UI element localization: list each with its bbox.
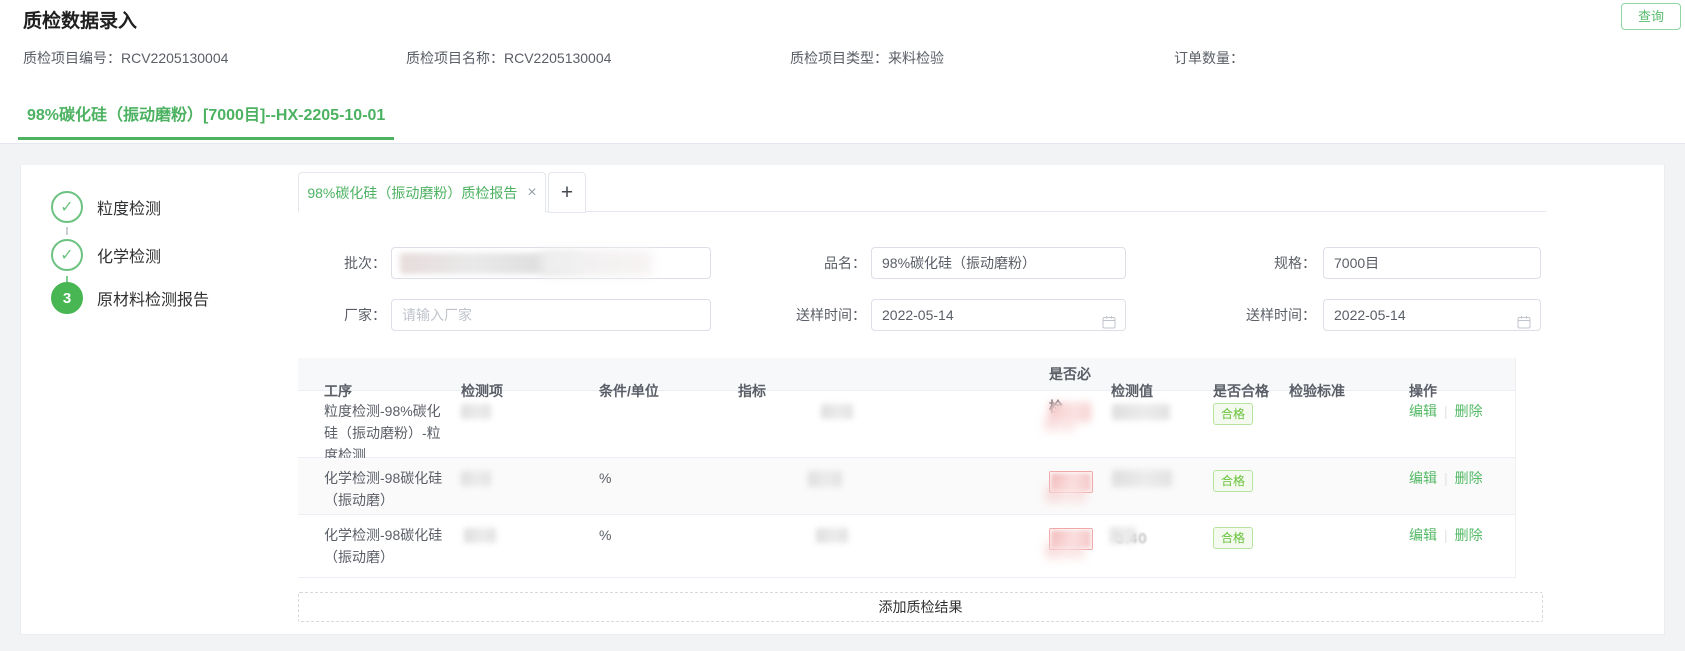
- actions-cell: 编辑 | 删除: [1404, 458, 1516, 520]
- calendar-icon: [1517, 309, 1531, 339]
- date-value: 2022-05-14: [1334, 300, 1406, 330]
- step-check-icon: ✓: [51, 239, 83, 271]
- close-icon[interactable]: ×: [527, 185, 536, 201]
- info-label: 质检项目名称：: [406, 50, 504, 66]
- redacted-value: [461, 404, 491, 419]
- test-item-cell: [456, 458, 594, 520]
- table-header: 工序 检测项 条件/单位 指标 是否必检 检测值 是否合格 检验标准 操作: [298, 358, 1515, 391]
- test-item-cell: [456, 515, 594, 577]
- value-cell: [1106, 458, 1208, 520]
- info-order-quantity: 订单数量：: [1174, 48, 1574, 68]
- page-header: 质检数据录入 查询 质检项目编号：RCV2205130004 质检项目名称：RC…: [0, 0, 1685, 144]
- sample-time-2-input[interactable]: 2022-05-14: [1323, 299, 1541, 331]
- qualified-badge: 合格: [1213, 527, 1253, 549]
- table-row: 化学检测-98碳化硅（振动磨） % 3.40 合格 编辑 | 删除: [298, 515, 1515, 578]
- info-label: 订单数量：: [1174, 50, 1244, 66]
- redacted-value: [1046, 543, 1084, 558]
- qualified-cell: 合格: [1208, 515, 1284, 577]
- redacted-value: [816, 528, 848, 543]
- info-label: 质检项目类型：: [790, 50, 888, 66]
- info-value: RCV2205130004: [504, 50, 611, 66]
- action-divider: |: [1444, 527, 1448, 543]
- step-check-icon: ✓: [51, 191, 83, 223]
- project-info-row: 质检项目编号：RCV2205130004 质检项目名称：RCV220513000…: [23, 48, 1663, 68]
- batch-label: 批次：: [296, 247, 386, 279]
- edit-link[interactable]: 编辑: [1409, 527, 1437, 543]
- info-project-type: 质检项目类型：来料检验: [790, 48, 1174, 68]
- unit-cell: %: [594, 458, 733, 520]
- indicator-cell: [733, 458, 1044, 520]
- actions-cell: 编辑 | 删除: [1404, 515, 1516, 577]
- sample-time-2-label: 送样时间：: [1226, 299, 1316, 331]
- calendar-icon: [1102, 309, 1116, 339]
- step-particle-size[interactable]: ✓ 粒度检测: [51, 191, 161, 223]
- delete-link[interactable]: 删除: [1455, 527, 1483, 543]
- material-tab[interactable]: 98%碳化硅（振动磨粉）[7000目]--HX-2205-10-01: [18, 101, 394, 140]
- table-row: 化学检测-98碳化硅（振动磨） % 合格 编辑|删除: [298, 458, 1515, 515]
- tab-title: 98%碳化硅（振动磨粉）质检报告: [307, 183, 517, 203]
- edit-link[interactable]: 编辑: [1409, 470, 1437, 486]
- spec-label: 规格：: [1226, 247, 1316, 279]
- redacted-value: [1112, 470, 1172, 487]
- info-project-code: 质检项目编号：RCV2205130004: [23, 48, 406, 68]
- product-name-label: 品名：: [776, 247, 866, 279]
- plus-icon: +: [561, 181, 573, 205]
- redacted-value: [1110, 527, 1136, 544]
- process-cell: 化学检测-98碳化硅（振动磨）: [298, 458, 456, 520]
- step-label: 化学检测: [97, 243, 161, 267]
- page-title: 质检数据录入: [23, 6, 137, 33]
- action-divider: |: [1444, 403, 1448, 419]
- redacted-value: [461, 471, 491, 486]
- product-name-input[interactable]: [871, 247, 1126, 279]
- edit-link[interactable]: 编辑: [1409, 403, 1437, 419]
- vendor-input[interactable]: [391, 299, 711, 331]
- qc-results-table: 工序 检测项 条件/单位 指标 是否必检 检测值 是否合格 检验标准 操作 粒度…: [298, 358, 1516, 578]
- redacted-value: [821, 404, 853, 419]
- sample-time-1-label: 送样时间：: [776, 299, 866, 331]
- action-divider: |: [1444, 470, 1448, 486]
- process-cell: 化学检测-98碳化硅（振动磨）: [298, 515, 456, 577]
- info-project-name: 质检项目名称：RCV2205130004: [406, 48, 790, 68]
- required-cell: [1044, 515, 1106, 577]
- spec-input[interactable]: [1323, 247, 1541, 279]
- redacted-value: [808, 471, 842, 487]
- table-row: 粒度检测-98%碳化硅（振动磨粉）-粒度检测 合格 编辑|删除: [298, 391, 1515, 458]
- sample-time-1-input[interactable]: 2022-05-14: [871, 299, 1126, 331]
- qualified-badge: 合格: [1213, 470, 1253, 492]
- step-raw-material-report[interactable]: 3 原材料检测报告: [51, 282, 209, 314]
- standard-cell: [1284, 515, 1404, 577]
- redacted-value: [1045, 417, 1075, 431]
- query-button[interactable]: 查询: [1621, 3, 1681, 30]
- delete-link[interactable]: 删除: [1455, 470, 1483, 486]
- redacted-value: [1112, 404, 1170, 420]
- step-chemical[interactable]: ✓ 化学检测: [51, 239, 161, 271]
- batch-input[interactable]: [391, 247, 711, 279]
- info-value: 来料检验: [888, 50, 944, 66]
- qualified-cell: 合格: [1208, 458, 1284, 520]
- qualified-badge: 合格: [1213, 403, 1253, 425]
- redacted-value: [542, 250, 652, 276]
- step-label: 原材料检测报告: [97, 286, 209, 310]
- indicator-cell: [733, 515, 1044, 577]
- step-label: 粒度检测: [97, 195, 161, 219]
- main-card: ✓ 粒度检测 ✓ 化学检测 3 原材料检测报告 98%碳化硅（振动磨粉）质检报告…: [20, 165, 1665, 635]
- add-tab-button[interactable]: +: [548, 172, 586, 213]
- date-value: 2022-05-14: [882, 300, 954, 330]
- required-cell: [1044, 458, 1106, 520]
- step-number-badge: 3: [51, 282, 83, 314]
- info-value: RCV2205130004: [121, 50, 228, 66]
- vendor-label: 厂家：: [296, 299, 386, 331]
- delete-link[interactable]: 删除: [1455, 403, 1483, 419]
- add-qc-result-button[interactable]: 添加质检结果: [298, 592, 1543, 622]
- unit-cell: %: [594, 515, 733, 577]
- redacted-value: [1046, 486, 1086, 502]
- tab-report-active[interactable]: 98%碳化硅（振动磨粉）质检报告 ×: [298, 172, 546, 213]
- redacted-value: [464, 528, 496, 543]
- info-label: 质检项目编号：: [23, 50, 121, 66]
- value-cell: 3.40: [1106, 515, 1208, 577]
- step-connector: [66, 227, 68, 235]
- standard-cell: [1284, 458, 1404, 520]
